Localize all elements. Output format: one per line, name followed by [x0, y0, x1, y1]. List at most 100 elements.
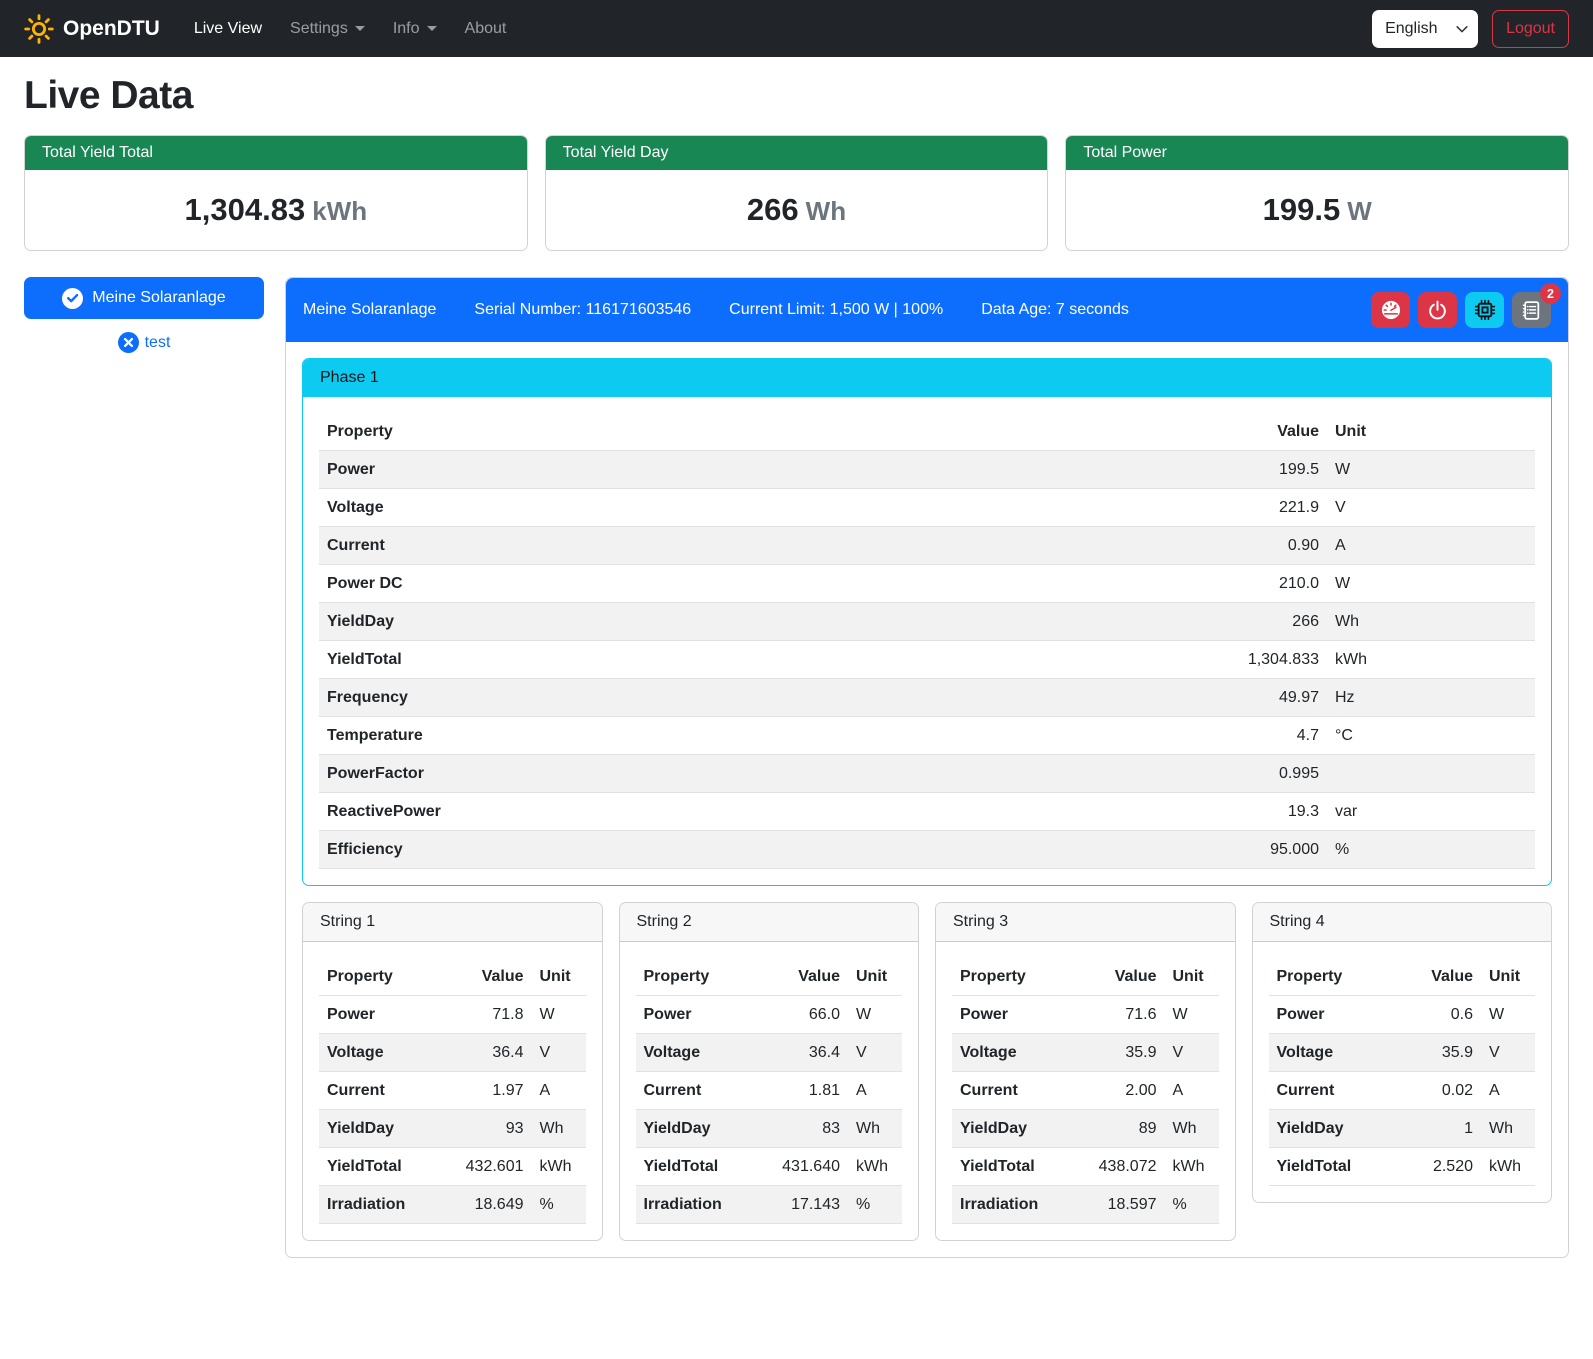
brand-label: OpenDTU — [63, 17, 160, 41]
unit-cell: V — [1327, 489, 1535, 527]
table-row: Frequency49.97Hz — [319, 679, 1535, 717]
unit-cell: A — [1327, 527, 1535, 565]
x-circle-icon — [118, 332, 139, 353]
unit-cell: W — [1165, 996, 1219, 1034]
inverter-card: Meine Solaranlage Serial Number: 1161716… — [285, 277, 1569, 1258]
phase-table: Property Value Unit Power199.5WVoltage22… — [319, 413, 1535, 869]
unit-cell: Wh — [1481, 1110, 1535, 1148]
unit-cell: % — [532, 1186, 586, 1224]
table-row: YieldDay89Wh — [952, 1110, 1219, 1148]
value-cell: 2.520 — [1389, 1148, 1481, 1186]
value-cell: 0.995 — [1195, 755, 1327, 793]
property-cell: Voltage — [636, 1034, 757, 1072]
inverter-serial: Serial Number: 116171603546 — [474, 301, 691, 319]
logout-button[interactable]: Logout — [1492, 10, 1569, 48]
property-cell: YieldTotal — [636, 1148, 757, 1186]
nav-item-settings[interactable]: Settings — [278, 12, 377, 46]
summary-cards-row: Total Yield Total 1,304.83kWh Total Yiel… — [24, 135, 1569, 251]
table-header-row: Property Value Unit — [319, 413, 1535, 451]
unit-cell: kWh — [1327, 641, 1535, 679]
event-log-button[interactable]: 2 — [1512, 292, 1551, 328]
nav-item-live-view[interactable]: Live View — [182, 12, 274, 46]
table-row: Irradiation18.597% — [952, 1186, 1219, 1224]
value-cell: 89 — [1073, 1110, 1165, 1148]
unit-cell: kWh — [1481, 1148, 1535, 1186]
page-title: Live Data — [24, 74, 1569, 118]
string-card-4: String 4 Property Value Unit — [1252, 902, 1553, 1203]
summary-card-body: 1,304.83kWh — [25, 170, 527, 250]
summary-card-unit: kWh — [312, 196, 367, 226]
app-brand[interactable]: OpenDTU — [24, 14, 160, 44]
column-header-value: Value — [1389, 958, 1481, 996]
string-card-1: String 1 Property Value Unit — [302, 902, 603, 1241]
nav-item-info[interactable]: Info — [381, 12, 449, 46]
content-row: Meine Solaranlage test Meine Solaranlage… — [24, 277, 1569, 1258]
string-table: Property Value Unit Power71.6WVoltage35.… — [952, 958, 1219, 1224]
value-cell: 93 — [440, 1110, 532, 1148]
string-card-body: Property Value Unit Power66.0WVoltage36.… — [620, 942, 919, 1240]
inverter-data-age: Data Age: 7 seconds — [981, 301, 1129, 319]
unit-cell: W — [1327, 451, 1535, 489]
property-cell: Power — [952, 996, 1073, 1034]
column-header-unit: Unit — [1327, 413, 1535, 451]
inverter-item-test[interactable]: test — [24, 332, 264, 353]
summary-card-body: 266Wh — [546, 170, 1048, 250]
property-cell: Voltage — [319, 1034, 440, 1072]
event-count-badge: 2 — [1540, 283, 1561, 304]
nav-item-label: About — [465, 20, 507, 38]
table-row: Power66.0W — [636, 996, 903, 1034]
table-row: Voltage221.9V — [319, 489, 1535, 527]
inverter-select-label: Meine Solaranlage — [92, 289, 225, 307]
nav-item-label: Settings — [290, 20, 348, 38]
property-cell: Irradiation — [319, 1186, 440, 1224]
unit-cell: kWh — [532, 1148, 586, 1186]
table-row: Current1.97A — [319, 1072, 586, 1110]
property-cell: Power — [1269, 996, 1390, 1034]
inverter-select-button[interactable]: Meine Solaranlage — [24, 277, 264, 319]
language-select[interactable]: English — [1372, 10, 1478, 48]
unit-cell: W — [848, 996, 902, 1034]
phase-panel-body: Property Value Unit Power199.5WVoltage22… — [303, 397, 1551, 885]
table-row: Voltage35.9V — [952, 1034, 1219, 1072]
property-cell: Current — [952, 1072, 1073, 1110]
unit-cell: kWh — [848, 1148, 902, 1186]
unit-cell: V — [1481, 1034, 1535, 1072]
unit-cell: var — [1327, 793, 1535, 831]
table-row: YieldDay1Wh — [1269, 1110, 1536, 1148]
column-header-property: Property — [1269, 958, 1390, 996]
property-cell: Voltage — [319, 489, 1195, 527]
unit-cell: A — [1481, 1072, 1535, 1110]
column-header-property: Property — [319, 958, 440, 996]
property-cell: Frequency — [319, 679, 1195, 717]
unit-cell: % — [1327, 831, 1535, 869]
unit-cell: Hz — [1327, 679, 1535, 717]
value-cell: 438.072 — [1073, 1148, 1165, 1186]
property-cell: Power DC — [319, 565, 1195, 603]
device-info-button[interactable] — [1465, 292, 1504, 328]
nav-item-about[interactable]: About — [453, 12, 519, 46]
property-cell: ReactivePower — [319, 793, 1195, 831]
string-card-3: String 3 Property Value Unit — [935, 902, 1236, 1241]
unit-cell: V — [1165, 1034, 1219, 1072]
unit-cell: A — [848, 1072, 902, 1110]
column-header-unit: Unit — [1481, 958, 1535, 996]
value-cell: 36.4 — [440, 1034, 532, 1072]
table-header-row: Property Value Unit — [636, 958, 903, 996]
caret-down-icon — [355, 26, 365, 31]
string-table: Property Value Unit Power71.8WVoltage36.… — [319, 958, 586, 1224]
summary-card-title: Total Power — [1066, 136, 1568, 170]
journal-icon — [1521, 300, 1542, 321]
limit-settings-button[interactable] — [1371, 292, 1410, 328]
table-row: YieldTotal2.520kWh — [1269, 1148, 1536, 1186]
string-table: Property Value Unit Power0.6WVoltage35.9… — [1269, 958, 1536, 1186]
unit-cell: Wh — [532, 1110, 586, 1148]
unit-cell: V — [532, 1034, 586, 1072]
power-button[interactable] — [1418, 292, 1457, 328]
table-row: Voltage35.9V — [1269, 1034, 1536, 1072]
summary-card-value: 266 — [747, 192, 799, 227]
value-cell: 35.9 — [1389, 1034, 1481, 1072]
value-cell: 221.9 — [1195, 489, 1327, 527]
property-cell: Current — [636, 1072, 757, 1110]
summary-card-total-yield-total: Total Yield Total 1,304.83kWh — [24, 135, 528, 251]
table-row: YieldDay83Wh — [636, 1110, 903, 1148]
